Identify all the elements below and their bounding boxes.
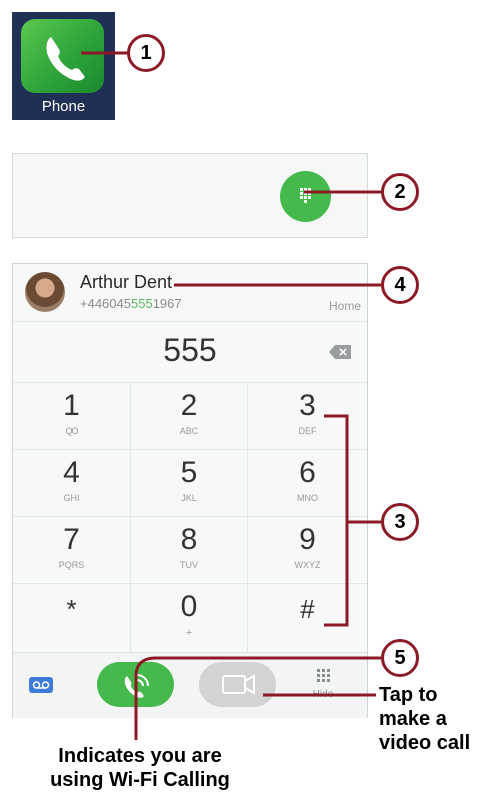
callout-3: 3: [381, 503, 419, 541]
caption-line: Tap to: [379, 684, 438, 706]
video-call-caption: Tap to make a video call: [379, 683, 470, 755]
callout-2: 2: [381, 173, 419, 211]
caption-line: using Wi-Fi Calling: [50, 769, 230, 791]
callout-4: 4: [381, 266, 419, 304]
wifi-calling-caption: Indicates you are using Wi-Fi Calling: [40, 744, 240, 792]
caption-line: make a: [379, 708, 447, 730]
caption-line: Indicates you are: [58, 745, 222, 767]
caption-line: video call: [379, 732, 471, 754]
callout-5: 5: [381, 639, 419, 677]
callout-1: 1: [127, 34, 165, 72]
